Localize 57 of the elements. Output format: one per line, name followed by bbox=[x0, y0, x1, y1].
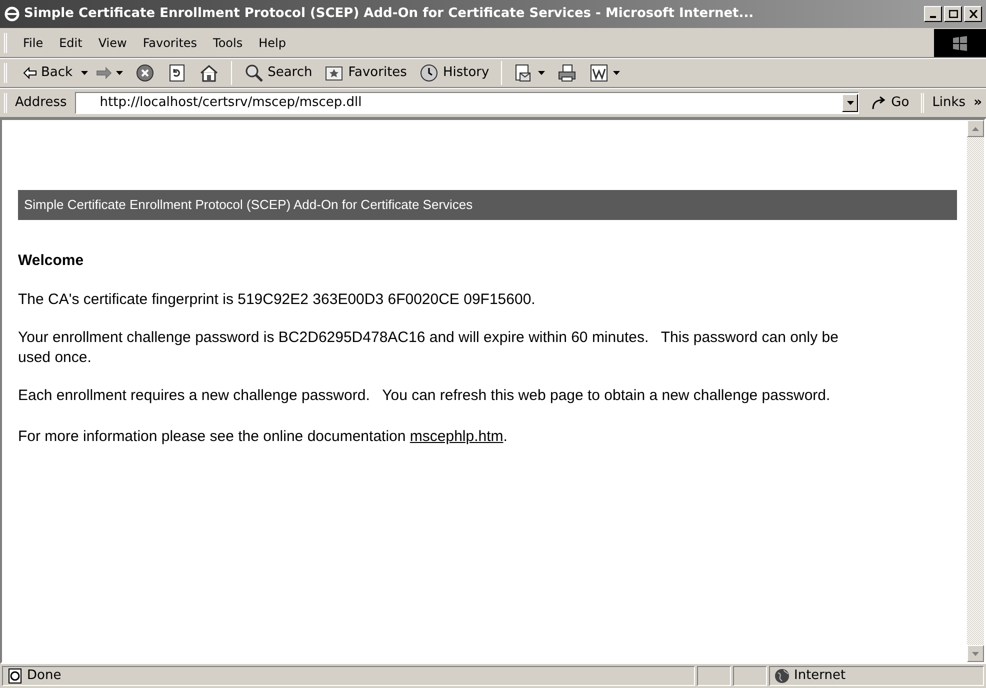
links-button[interactable]: Links bbox=[928, 93, 970, 113]
back-arrow-icon bbox=[23, 67, 37, 79]
zone-text: Internet bbox=[794, 667, 846, 686]
scroll-up-button[interactable] bbox=[967, 120, 984, 137]
search-button[interactable]: Search bbox=[240, 61, 316, 85]
scroll-down-button[interactable] bbox=[967, 645, 984, 662]
page-icon bbox=[7, 668, 23, 684]
close-icon bbox=[968, 10, 978, 18]
dropdown-button[interactable] bbox=[842, 94, 858, 112]
clock-icon bbox=[418, 63, 439, 83]
windows-flag-icon bbox=[952, 34, 968, 50]
go-button[interactable]: Go bbox=[863, 93, 918, 113]
welcome-heading: Welcome bbox=[18, 250, 85, 270]
dropdown-caret-icon[interactable] bbox=[846, 101, 854, 105]
page-banner: Simple Certificate Enrollment Protocol (SCEP) Add-On for Certificate Services bbox=[18, 190, 957, 220]
status-panel bbox=[733, 666, 767, 686]
address-text: http://localhost/certsrv/mscep/mscep.dll bbox=[98, 94, 363, 112]
menu-item[interactable]: View bbox=[90, 34, 135, 52]
paragraph: Each enrollment requires a new challenge password. You can refresh this web page to obtain a new challenge password. bbox=[18, 386, 832, 406]
history-button[interactable]: History bbox=[414, 61, 494, 85]
status-text: Done bbox=[27, 667, 62, 686]
menu-item[interactable]: Tools bbox=[205, 34, 251, 52]
menu-item[interactable]: Edit bbox=[51, 34, 90, 52]
address-field[interactable]: http://localhost/certsrv/mscep/mscep.dll bbox=[74, 92, 860, 114]
scrollbar[interactable] bbox=[967, 120, 984, 662]
back-button[interactable]: Back bbox=[19, 61, 77, 85]
menu-item[interactable]: File bbox=[15, 34, 52, 52]
browser-logo-icon bbox=[4, 6, 20, 22]
status-panel bbox=[697, 666, 731, 686]
search-icon bbox=[244, 63, 264, 83]
caret-icon[interactable] bbox=[613, 71, 620, 75]
menu-item[interactable]: Help bbox=[250, 34, 294, 52]
maximize-button[interactable] bbox=[944, 6, 962, 22]
down-arrow-icon bbox=[972, 652, 979, 656]
caret-icon[interactable] bbox=[538, 71, 546, 75]
up-arrow-icon bbox=[972, 126, 979, 130]
stop-icon[interactable] bbox=[134, 63, 155, 83]
documentation-link[interactable]: mscephlp.htm bbox=[410, 428, 504, 445]
window-title: Simple Certificate Enrollment Protocol (SCEP) Add-On for Certificate Services - Microsoft Internet... bbox=[24, 5, 755, 24]
paragraph: The CA's certificate fingerprint is 519C92E2 363E00D3 6F0020CE 09F15600. bbox=[18, 290, 536, 310]
document-edit-icon[interactable] bbox=[589, 63, 610, 83]
home-icon[interactable] bbox=[198, 63, 219, 83]
maximize-icon bbox=[948, 10, 958, 18]
close-button[interactable] bbox=[964, 6, 982, 22]
paragraph: Your enrollment challenge password is BC2D6295D478AC16 and will expire within 60 minutes. This password can only be used once. bbox=[18, 328, 840, 368]
chevron-text[interactable]: » bbox=[974, 93, 982, 113]
menu-item[interactable]: Favorites bbox=[134, 34, 206, 52]
minimize-button[interactable] bbox=[924, 6, 942, 22]
favorites-button[interactable]: Favorites bbox=[320, 61, 411, 85]
go-arrow-icon bbox=[871, 96, 888, 110]
globe-icon bbox=[774, 668, 790, 684]
refresh-icon[interactable] bbox=[166, 63, 187, 83]
caret-icon[interactable] bbox=[116, 71, 123, 75]
address-label: Address bbox=[14, 94, 68, 112]
caret-icon[interactable] bbox=[80, 71, 88, 75]
printer-icon[interactable] bbox=[557, 63, 578, 83]
paragraph: For more information please see the online documentation mscephlp.htm. bbox=[18, 427, 508, 447]
